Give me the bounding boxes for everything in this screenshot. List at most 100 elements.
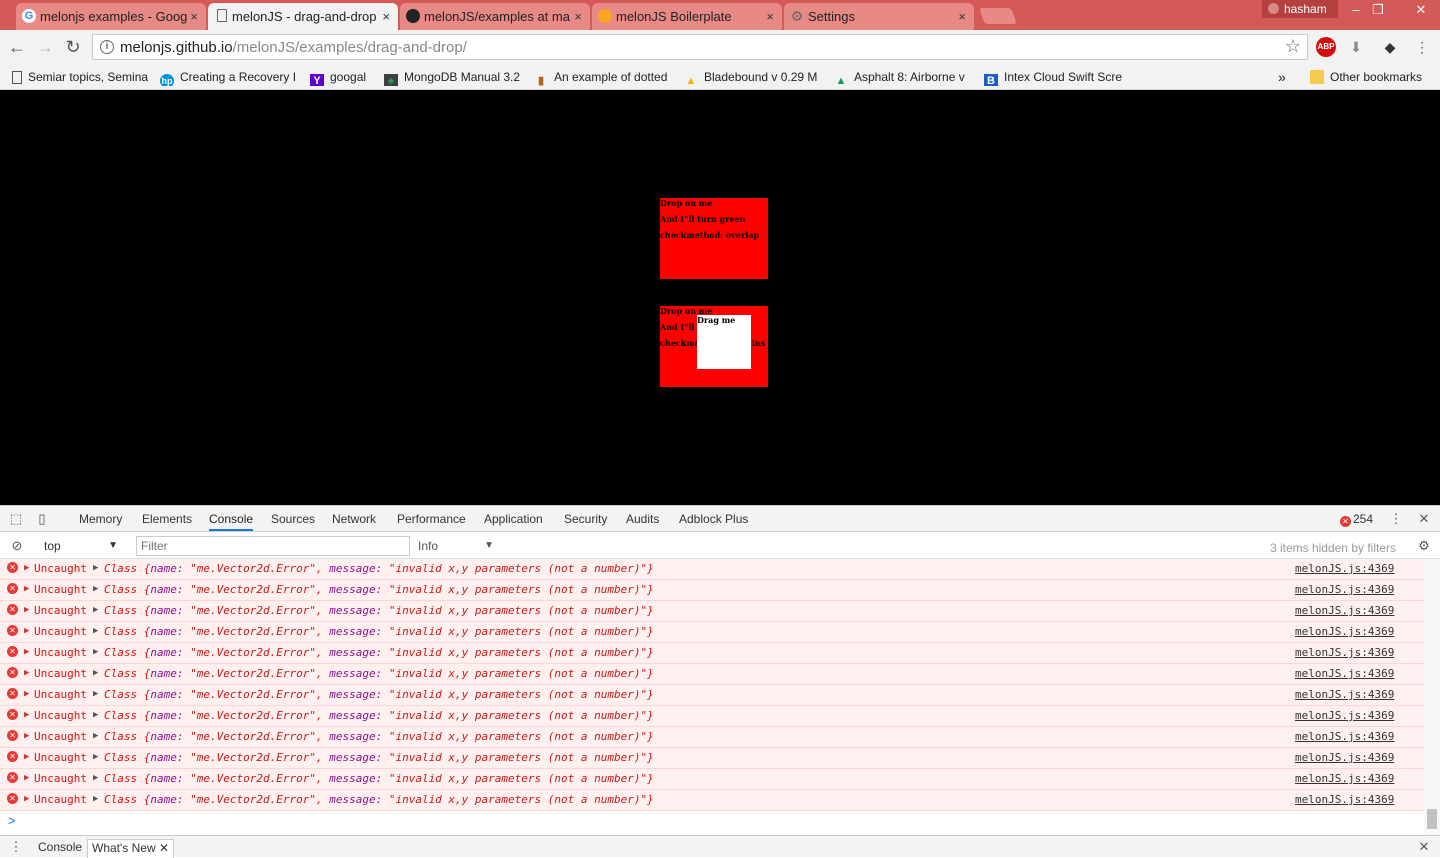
expand-triangle-icon[interactable]: ▶ xyxy=(24,559,29,578)
expand-triangle-icon[interactable]: ▶ xyxy=(24,790,29,809)
source-link[interactable]: melonJS.js:4369 xyxy=(1295,664,1394,683)
tab-adblock-plus[interactable]: Adblock Plus xyxy=(679,512,748,526)
expand-object-icon[interactable]: ▶ xyxy=(93,790,98,809)
source-link[interactable]: melonJS.js:4369 xyxy=(1295,706,1394,725)
tab-audits[interactable]: Audits xyxy=(626,512,659,526)
console-error-row[interactable]: ✕ ▶ Uncaught ▶ Class {name: "me.Vector2d.Err… xyxy=(0,727,1424,748)
maximize-icon[interactable]: ❐ xyxy=(1362,0,1394,20)
expand-triangle-icon[interactable]: ▶ xyxy=(24,706,29,725)
tab-console[interactable]: Console xyxy=(209,512,254,531)
console-error-row[interactable]: ✕ ▶ Uncaught ▶ Class {name: "me.Vector2d.Err… xyxy=(0,559,1424,580)
draggable-box[interactable]: Drag me xyxy=(697,315,751,369)
close-icon[interactable]: × xyxy=(958,9,966,24)
context-selector[interactable]: top ▼ xyxy=(36,536,124,556)
new-tab-button[interactable] xyxy=(979,8,1017,24)
bookmark-item[interactable]: ▲ Bladebound v 0.29 M xyxy=(684,68,820,86)
close-icon[interactable]: ✕ xyxy=(159,841,169,855)
bookmark-item[interactable]: B Intex Cloud Swift Scre xyxy=(984,68,1122,86)
error-message[interactable]: Class {name: "me.Vector2d.Error", messag… xyxy=(104,643,654,662)
bookmark-item[interactable]: ▲ Asphalt 8: Airborne v xyxy=(834,68,972,86)
expand-triangle-icon[interactable]: ▶ xyxy=(24,580,29,599)
console-prompt[interactable]: > xyxy=(8,813,16,828)
expand-object-icon[interactable]: ▶ xyxy=(93,580,98,599)
console-error-row[interactable]: ✕ ▶ Uncaught ▶ Class {name: "me.Vector2d.Err… xyxy=(0,706,1424,727)
source-link[interactable]: melonJS.js:4369 xyxy=(1295,748,1394,767)
expand-object-icon[interactable]: ▶ xyxy=(93,643,98,662)
address-bar[interactable]: i melonjs.github.io/melonJS/examples/dra… xyxy=(92,34,1308,60)
expand-triangle-icon[interactable]: ▶ xyxy=(24,664,29,683)
source-link[interactable]: melonJS.js:4369 xyxy=(1295,559,1394,578)
profile-button[interactable]: hasham xyxy=(1262,0,1338,18)
console-error-row[interactable]: ✕ ▶ Uncaught ▶ Class {name: "me.Vector2d.Err… xyxy=(0,580,1424,601)
device-toolbar-icon[interactable]: ▯ xyxy=(34,511,50,527)
browser-tab-drag-and-drop[interactable]: melonJS - drag-and-drop × xyxy=(208,3,398,30)
browser-tab-settings[interactable]: ⚙ Settings × xyxy=(784,3,974,30)
console-error-row[interactable]: ✕ ▶ Uncaught ▶ Class {name: "me.Vector2d.Err… xyxy=(0,769,1424,790)
bookmark-star-icon[interactable]: ☆ xyxy=(1285,36,1301,57)
source-link[interactable]: melonJS.js:4369 xyxy=(1295,727,1394,746)
console-filter-input[interactable] xyxy=(136,536,410,556)
devtools-close-icon[interactable]: ✕ xyxy=(1416,511,1432,527)
tab-elements[interactable]: Elements xyxy=(142,512,192,526)
drop-target-overlap[interactable]: Drop on me And I"ll turn green checkmeth… xyxy=(660,198,768,279)
drawer-menu-icon[interactable]: ⋮ xyxy=(8,839,24,855)
browser-tab-boilerplate[interactable]: melonJS Boilerplate × xyxy=(592,3,782,30)
back-icon[interactable]: ← xyxy=(6,36,28,58)
reload-icon[interactable]: ↻ xyxy=(62,36,84,58)
source-link[interactable]: melonJS.js:4369 xyxy=(1295,643,1394,662)
error-message[interactable]: Class {name: "me.Vector2d.Error", messag… xyxy=(104,769,654,788)
tab-performance[interactable]: Performance xyxy=(397,512,466,526)
error-message[interactable]: Class {name: "me.Vector2d.Error", messag… xyxy=(104,790,654,809)
bookmarks-overflow-button[interactable]: » xyxy=(1278,68,1292,86)
forward-icon[interactable]: → xyxy=(34,36,56,58)
clear-console-icon[interactable]: ⊘ xyxy=(9,538,25,554)
tab-network[interactable]: Network xyxy=(332,512,376,526)
close-icon[interactable]: × xyxy=(382,9,390,24)
tab-application[interactable]: Application xyxy=(484,512,543,526)
source-link[interactable]: melonJS.js:4369 xyxy=(1295,685,1394,704)
game-canvas[interactable]: Drop on me And I"ll turn green checkmeth… xyxy=(0,90,1440,505)
drawer-close-icon[interactable]: ✕ xyxy=(1416,839,1432,855)
console-error-row[interactable]: ✕ ▶ Uncaught ▶ Class {name: "me.Vector2d.Err… xyxy=(0,685,1424,706)
download-icon[interactable]: ⬇ xyxy=(1346,37,1366,57)
expand-object-icon[interactable]: ▶ xyxy=(93,601,98,620)
expand-triangle-icon[interactable]: ▶ xyxy=(24,685,29,704)
source-link[interactable]: melonJS.js:4369 xyxy=(1295,769,1394,788)
expand-object-icon[interactable]: ▶ xyxy=(93,685,98,704)
error-message[interactable]: Class {name: "me.Vector2d.Error", messag… xyxy=(104,685,654,704)
close-icon[interactable]: × xyxy=(574,9,582,24)
bookmark-item[interactable]: Semiar topics, Semina xyxy=(12,68,152,86)
browser-tab-melonjs-examples[interactable]: G melonjs examples - Goog × xyxy=(16,3,206,30)
source-link[interactable]: melonJS.js:4369 xyxy=(1295,580,1394,599)
bookmark-item[interactable]: hp Creating a Recovery I xyxy=(160,68,296,86)
expand-object-icon[interactable]: ▶ xyxy=(93,706,98,725)
expand-object-icon[interactable]: ▶ xyxy=(93,748,98,767)
error-message[interactable]: Class {name: "me.Vector2d.Error", messag… xyxy=(104,622,654,641)
console-error-row[interactable]: ✕ ▶ Uncaught ▶ Class {name: "me.Vector2d.Err… xyxy=(0,790,1424,811)
log-level-selector[interactable]: Info ▼ xyxy=(418,536,496,556)
close-icon[interactable]: × xyxy=(190,9,198,24)
inspect-element-icon[interactable]: ⬚ xyxy=(8,511,24,527)
expand-triangle-icon[interactable]: ▶ xyxy=(24,727,29,746)
console-error-row[interactable]: ✕ ▶ Uncaught ▶ Class {name: "me.Vector2d.Err… xyxy=(0,664,1424,685)
bookmark-item[interactable]: Ygoogal xyxy=(310,68,376,86)
error-message[interactable]: Class {name: "me.Vector2d.Error", messag… xyxy=(104,748,654,767)
expand-object-icon[interactable]: ▶ xyxy=(93,769,98,788)
error-message[interactable]: Class {name: "me.Vector2d.Error", messag… xyxy=(104,706,654,725)
tab-security[interactable]: Security xyxy=(564,512,607,526)
info-icon[interactable]: i xyxy=(100,40,114,54)
error-message[interactable]: Class {name: "me.Vector2d.Error", messag… xyxy=(104,580,654,599)
console-error-row[interactable]: ✕ ▶ Uncaught ▶ Class {name: "me.Vector2d.Err… xyxy=(0,622,1424,643)
expand-triangle-icon[interactable]: ▶ xyxy=(24,601,29,620)
console-scrollbar[interactable] xyxy=(1424,559,1440,835)
source-link[interactable]: melonJS.js:4369 xyxy=(1295,790,1394,809)
drawer-tab-whats-new[interactable]: What's New ✕ xyxy=(87,839,175,858)
error-message[interactable]: Class {name: "me.Vector2d.Error", messag… xyxy=(104,601,654,620)
evernote-icon[interactable]: ◆ xyxy=(1380,37,1400,57)
expand-object-icon[interactable]: ▶ xyxy=(93,622,98,641)
bookmark-item[interactable]: ▮ An example of dotted xyxy=(534,68,672,86)
tab-sources[interactable]: Sources xyxy=(271,512,315,526)
menu-icon[interactable]: ⋮ xyxy=(1412,37,1432,57)
expand-triangle-icon[interactable]: ▶ xyxy=(24,748,29,767)
close-icon[interactable]: × xyxy=(766,9,774,24)
